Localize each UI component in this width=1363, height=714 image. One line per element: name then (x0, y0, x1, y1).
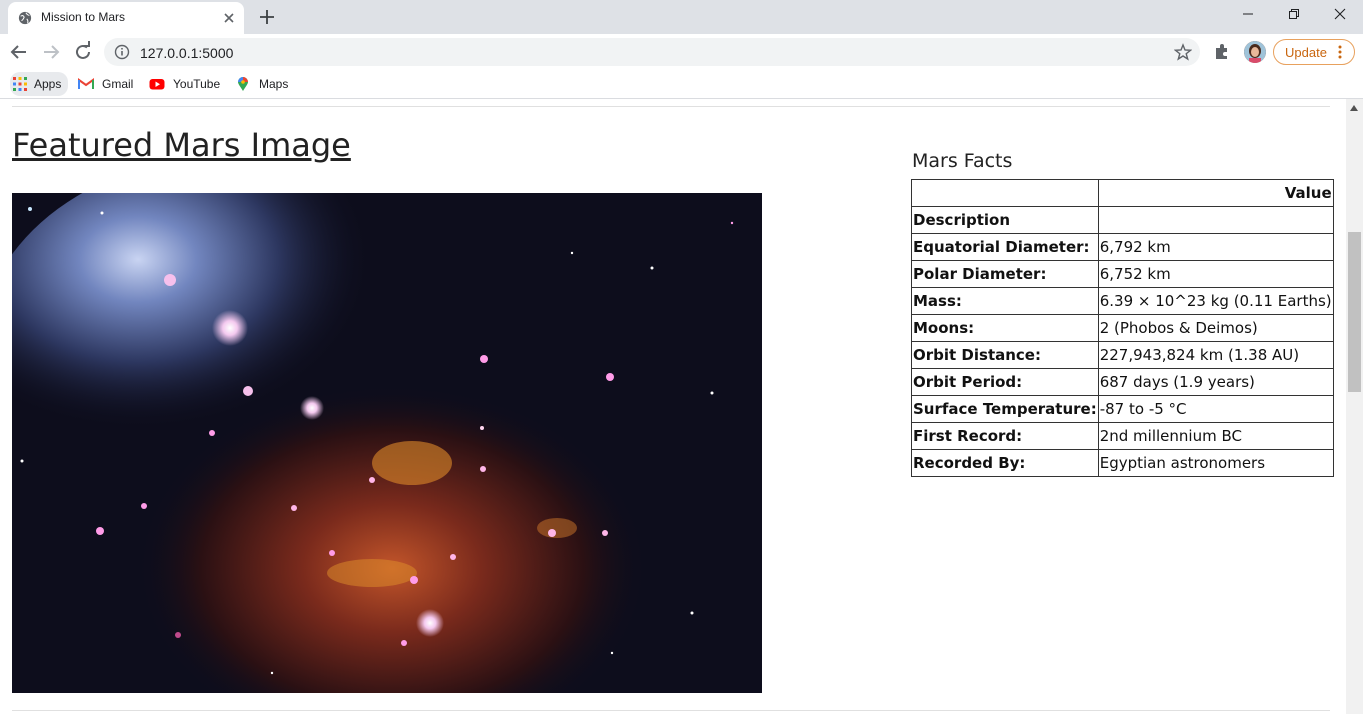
divider (12, 710, 1330, 711)
fact-key: First Record: (911, 422, 1099, 450)
more-vertical-icon (1338, 45, 1342, 59)
mars-facts-title: Mars Facts (912, 150, 1013, 172)
bookmark-apps[interactable]: Apps (10, 72, 68, 96)
avatar-image (1244, 41, 1266, 63)
fact-key: Orbit Period: (911, 368, 1099, 396)
tab-strip: Mission to Mars (0, 0, 1363, 34)
page-viewport: Featured Mars Image Mars Facts Value Des… (0, 99, 1346, 714)
table-header-empty (911, 179, 1099, 207)
maps-pin-icon (238, 77, 248, 91)
address-bar[interactable]: 127.0.0.1:5000 (104, 38, 1200, 66)
bookmarks-bar: Apps Gmail YouTube Maps (0, 70, 1363, 99)
table-row: Orbit Period: 687 days (1.9 years) (911, 368, 1334, 396)
youtube-icon (149, 79, 165, 90)
fact-value (1097, 206, 1334, 234)
bookmark-label: Apps (34, 77, 62, 91)
close-window-icon (1334, 8, 1346, 20)
profile-avatar[interactable] (1244, 41, 1266, 63)
fact-value: 6,752 km (1097, 260, 1334, 288)
bookmark-label: Maps (259, 77, 289, 91)
vertical-scrollbar[interactable] (1346, 99, 1363, 714)
table-row: Orbit Distance: 227,943,824 km (1.38 AU) (911, 341, 1334, 369)
close-tab-icon[interactable] (220, 9, 238, 27)
fact-key: Equatorial Diameter: (911, 233, 1099, 261)
fact-key: Moons: (911, 314, 1099, 342)
fact-key: Polar Diameter: (911, 260, 1099, 288)
forward-arrow-icon[interactable] (39, 40, 63, 64)
update-label: Update (1285, 45, 1327, 60)
update-button[interactable]: Update (1273, 39, 1355, 65)
table-row: Polar Diameter: 6,752 km (911, 260, 1334, 288)
bookmark-youtube[interactable]: YouTube (149, 74, 224, 94)
fact-key: Orbit Distance: (911, 341, 1099, 369)
scrollbar-thumb[interactable] (1348, 232, 1361, 392)
scroll-up-arrow-icon[interactable] (1350, 105, 1358, 111)
featured-mars-image (12, 193, 762, 693)
globe-icon (18, 11, 32, 25)
fact-key: Description (911, 206, 1099, 234)
bookmark-star-icon[interactable] (1174, 43, 1192, 61)
divider (12, 106, 1330, 107)
featured-image-title[interactable]: Featured Mars Image (12, 126, 351, 164)
table-row: First Record: 2nd millennium BC (911, 422, 1334, 450)
new-tab-icon[interactable] (256, 6, 278, 28)
fact-value: 687 days (1.9 years) (1097, 368, 1334, 396)
browser-toolbar: 127.0.0.1:5000 Update (0, 34, 1363, 70)
tab-title: Mission to Mars (41, 10, 126, 24)
gmail-icon (78, 78, 94, 89)
fact-value: 2nd millennium BC (1097, 422, 1334, 450)
fact-key: Mass: (911, 287, 1099, 315)
table-header-value: Value (1097, 179, 1334, 207)
table-row: Equatorial Diameter: 6,792 km (911, 233, 1334, 261)
fact-value: 6,792 km (1097, 233, 1334, 261)
minimize-button[interactable] (1225, 0, 1271, 30)
table-row: Surface Temperature: -87 to -5 °C (911, 395, 1334, 423)
bookmark-maps[interactable]: Maps (235, 74, 295, 94)
bookmark-gmail[interactable]: Gmail (78, 74, 138, 94)
url-text: 127.0.0.1:5000 (140, 45, 234, 61)
table-row: Moons: 2 (Phobos & Deimos) (911, 314, 1334, 342)
bookmark-label: Gmail (102, 77, 134, 91)
restore-icon (1289, 9, 1299, 19)
table-row: Recorded By: Egyptian astronomers (911, 449, 1334, 477)
table-row: Description (911, 206, 1334, 234)
restore-button[interactable] (1271, 0, 1317, 30)
minimize-icon (1243, 13, 1253, 15)
site-info-icon[interactable] (114, 44, 130, 60)
fact-value: 2 (Phobos & Deimos) (1097, 314, 1334, 342)
apps-grid-icon (13, 77, 27, 91)
fact-value: 6.39 × 10^23 kg (0.11 Earths) (1097, 287, 1334, 315)
close-window-button[interactable] (1317, 0, 1363, 30)
browser-tab[interactable]: Mission to Mars (8, 2, 244, 34)
mars-facts-table: Value Description Equatorial Diameter: 6,… (911, 179, 1334, 477)
fact-value: 227,943,824 km (1.38 AU) (1097, 341, 1334, 369)
fact-key: Surface Temperature: (911, 395, 1099, 423)
reload-icon[interactable] (71, 40, 95, 64)
fact-value: -87 to -5 °C (1097, 395, 1334, 423)
fact-key: Recorded By: (911, 449, 1099, 477)
table-row: Mass: 6.39 × 10^23 kg (0.11 Earths) (911, 287, 1334, 315)
table-header-row: Value (911, 179, 1334, 207)
bookmark-label: YouTube (173, 77, 221, 91)
extensions-puzzle-icon[interactable] (1212, 42, 1232, 62)
fact-value: Egyptian astronomers (1097, 449, 1334, 477)
back-arrow-icon[interactable] (7, 40, 31, 64)
